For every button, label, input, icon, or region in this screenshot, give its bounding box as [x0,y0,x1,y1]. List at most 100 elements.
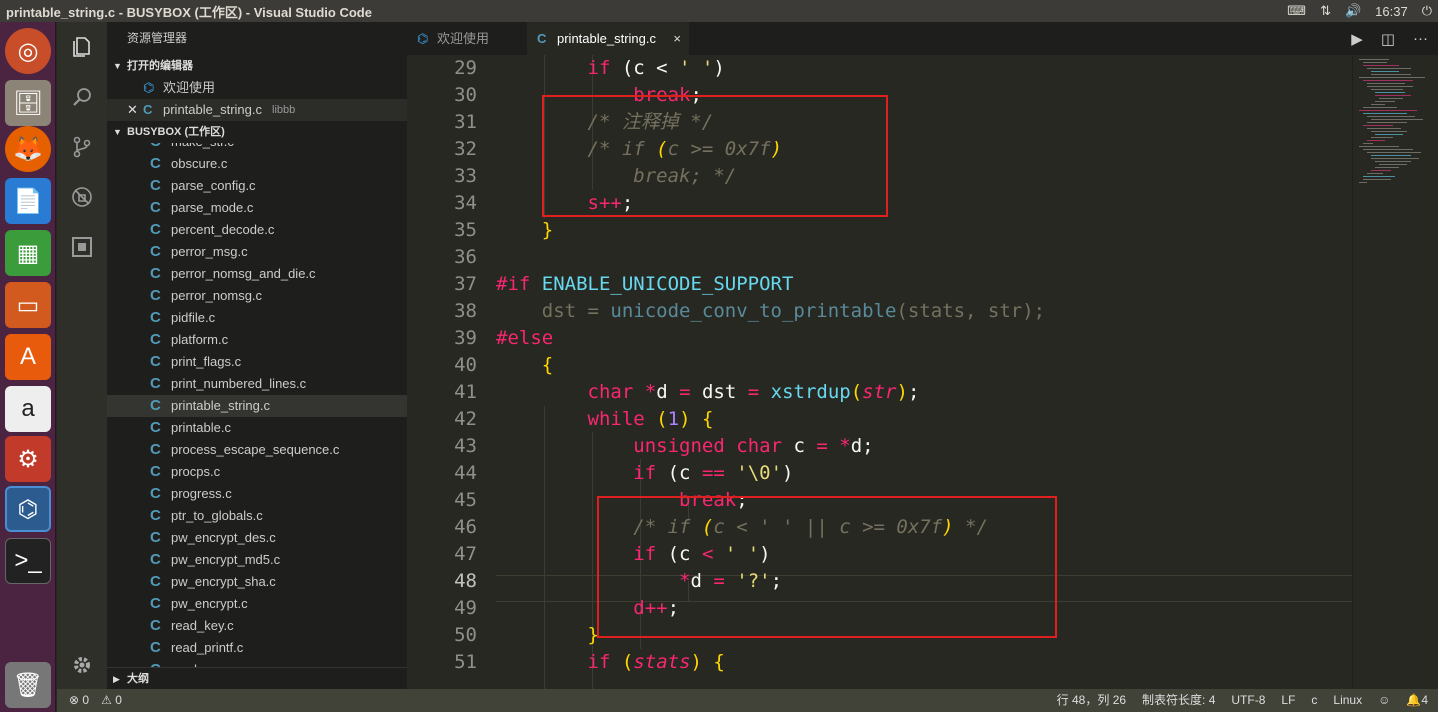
line-number: 38 [454,300,477,322]
line-number: 34 [454,192,477,214]
search-icon[interactable] [57,72,107,122]
workspace-header[interactable]: ▼ BUSYBOX (工作区) [107,121,407,143]
file-item[interactable]: Cparse_mode.c [107,197,407,219]
file-item[interactable]: Cperror_msg.c [107,241,407,263]
minimap-line [1359,59,1389,60]
file-item[interactable]: Cmake_str.c [107,143,407,153]
tab-close-icon[interactable]: × [673,22,681,55]
file-item[interactable]: Cread_printf.c [107,637,407,659]
encoding[interactable]: UTF-8 [1231,689,1265,712]
feedback-icon[interactable]: ☺ [1378,689,1390,712]
file-item[interactable]: Cpercent_decode.c [107,219,407,241]
line-number: 49 [454,597,477,619]
file-item[interactable]: Cprintable.c [107,417,407,439]
firefox-icon[interactable]: 🦊 [5,126,51,172]
file-item[interactable]: Cpidfile.c [107,307,407,329]
minimap-line [1363,125,1393,126]
notifications[interactable]: 🔔4 [1406,689,1428,712]
split-editor-icon[interactable]: ◫ [1381,30,1395,48]
file-item[interactable]: Cobscure.c [107,153,407,175]
open-editor-printable-string[interactable]: ✕ C printable_string.c libbb [107,99,407,121]
file-item[interactable]: Cprintable_string.c [107,395,407,417]
language-mode[interactable]: c [1311,689,1317,712]
file-item[interactable]: Cprint_flags.c [107,351,407,373]
file-item[interactable]: Cpw_encrypt.c [107,593,407,615]
file-item[interactable]: Cread_key.c [107,615,407,637]
keyboard-icon[interactable]: ⌨ [1287,3,1306,19]
code-line: } [541,219,554,241]
code-line: #else [496,327,554,349]
c-file-icon: C [150,155,161,172]
problems-indicator[interactable]: ⊗ 0 ⚠ 0 [69,689,122,712]
outline-header[interactable]: ▶ 大纲 [107,667,407,689]
code-editor[interactable]: 29 30 31 32 33 34 35 36 37 38 39 40 41 42 43 44 45 46 47 48… [407,55,1352,689]
file-item[interactable]: Cpw_encrypt_md5.c [107,549,407,571]
chevron-down-icon: ▼ [113,127,122,137]
file-item[interactable]: Cread.c [107,659,407,667]
explorer-icon[interactable] [57,22,107,72]
window-title-bar: printable_string.c - BUSYBOX (工作区) - Vis… [0,0,1438,22]
trash-icon[interactable]: 🗑 [5,662,51,708]
file-name: process_escape_sequence.c [171,442,340,457]
settings-gear-icon[interactable] [57,640,107,690]
platform[interactable]: Linux [1333,689,1362,712]
run-icon[interactable]: ▶ [1351,30,1363,48]
open-editor-welcome[interactable]: ⌬ 欢迎使用 [107,77,407,99]
c-file-icon: C [150,199,161,216]
software-center-icon[interactable]: A [5,334,51,380]
system-settings-icon[interactable]: ⚙ [5,436,51,482]
line-number: 35 [454,219,477,241]
files-icon[interactable]: 🗄 [5,80,51,126]
file-item[interactable]: Cptr_to_globals.c [107,505,407,527]
open-editors-header[interactable]: ▼ 打开的编辑器 [107,55,407,77]
network-icon[interactable]: ⇅ [1320,3,1331,19]
vscode-icon[interactable]: ⌬ [5,486,51,532]
file-item[interactable]: Cprogress.c [107,483,407,505]
more-actions-icon[interactable]: ··· [1413,30,1428,47]
minimap-line [1375,161,1411,162]
minimap[interactable] [1352,55,1438,689]
minimap-line [1379,98,1403,99]
file-item[interactable]: Cpw_encrypt_des.c [107,527,407,549]
impress-icon[interactable]: ▭ [5,282,51,328]
eol[interactable]: LF [1281,689,1295,712]
line-number: 29 [454,57,477,79]
cursor-position[interactable]: 行 48，列 26 [1057,689,1126,712]
terminal-icon[interactable]: >_ [5,538,51,584]
clock[interactable]: 16:37 [1375,4,1408,19]
code-line: if (c == '\0') [633,462,794,484]
file-name: perror_nomsg.c [171,288,263,303]
file-name: make_str.c [151,143,234,149]
file-item[interactable]: Cperror_nomsg.c [107,285,407,307]
line-number: 30 [454,84,477,106]
chevron-down-icon: ▼ [113,61,122,71]
source-control-icon[interactable] [57,122,107,172]
minimap-line [1363,113,1407,114]
file-item[interactable]: Cplatform.c [107,329,407,351]
power-icon[interactable]: ⏻ [1422,3,1432,19]
file-item[interactable]: Cprocess_escape_sequence.c [107,439,407,461]
file-item[interactable]: Cparse_config.c [107,175,407,197]
writer-icon[interactable]: 📄 [5,178,51,224]
c-file-icon: C [150,485,161,502]
file-item[interactable]: Cprint_numbered_lines.c [107,373,407,395]
file-item[interactable]: Cpw_encrypt_sha.c [107,571,407,593]
file-item[interactable]: Cperror_nomsg_and_die.c [107,263,407,285]
close-icon[interactable]: ✕ [127,99,138,121]
extensions-icon[interactable] [57,222,107,272]
file-name: obscure.c [171,156,228,171]
minimap-line [1367,140,1385,141]
tab-welcome[interactable]: ⌬ 欢迎使用 [407,22,525,55]
line-number: 48 [454,570,477,592]
calc-icon[interactable]: ▦ [5,230,51,276]
vscode-file-icon: ⌬ [417,31,429,46]
debug-icon[interactable] [57,172,107,222]
file-item[interactable]: Cprocps.c [107,461,407,483]
tab-printable-string[interactable]: C printable_string.c × [527,22,689,55]
indentation[interactable]: 制表符长度: 4 [1142,689,1215,712]
volume-icon[interactable]: 🔊 [1345,3,1361,19]
minimap-line [1359,182,1367,183]
minimap-line [1367,128,1401,129]
amazon-icon[interactable]: a [5,386,51,432]
ubuntu-dash-icon[interactable]: ◎ [5,28,51,74]
